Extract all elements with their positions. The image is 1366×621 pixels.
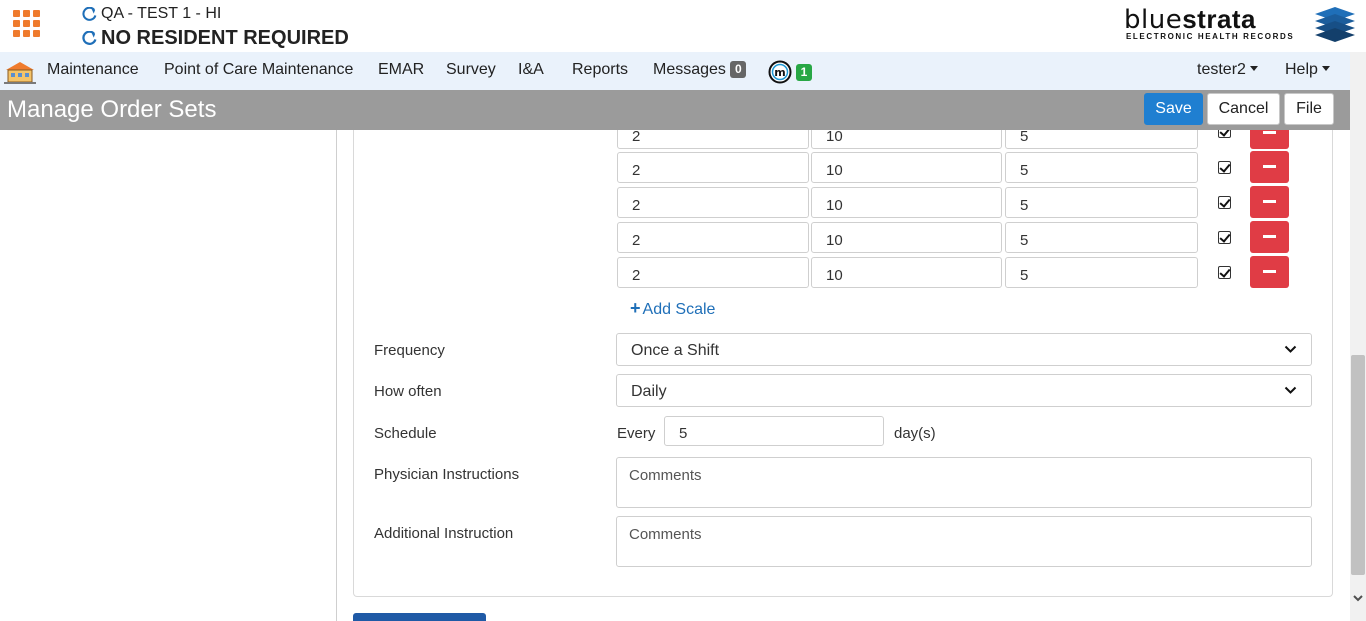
scale-checkbox[interactable] [1218, 130, 1231, 138]
nav-point-of-care-maintenance[interactable]: Point of Care Maintenance [164, 61, 353, 79]
save-button[interactable]: Save [1144, 93, 1203, 125]
scale-value-input[interactable]: 5 [1005, 222, 1198, 253]
messages-count-badge: 0 [730, 61, 747, 78]
remove-scale-button[interactable] [1250, 130, 1289, 149]
scale-min-input[interactable]: 2 [617, 222, 809, 253]
chevron-down-icon [1284, 386, 1297, 394]
m-icon: m [768, 60, 792, 84]
scale-max-input[interactable]: 10 [811, 222, 1002, 253]
schedule-interval-input[interactable]: 5 [664, 416, 884, 446]
nav-messages[interactable]: Messages 0 [653, 61, 747, 79]
remove-scale-button[interactable] [1250, 151, 1289, 183]
caret-down-icon [1249, 66, 1258, 71]
cancel-button[interactable]: Cancel [1207, 93, 1280, 125]
logo-tagline: ELECTRONIC HEALTH RECORDS [1126, 32, 1295, 41]
nav-emar[interactable]: EMAR [378, 61, 424, 79]
m-count-badge: 1 [796, 63, 812, 81]
nav-survey[interactable]: Survey [446, 61, 496, 79]
schedule-unit-label: day(s) [894, 425, 936, 442]
plus-icon: + [630, 298, 641, 318]
home-icon[interactable] [4, 60, 36, 84]
sidebar-divider [336, 130, 337, 621]
scale-value-input[interactable]: 5 [1005, 130, 1198, 149]
m-notification[interactable]: m 1 [768, 60, 812, 84]
logo-brand-light: blue [1124, 5, 1183, 35]
add-scale-label: Add Scale [642, 301, 716, 318]
logo-brand-bold: strata [1182, 4, 1257, 34]
add-scale-link[interactable]: + Add Scale [630, 298, 715, 319]
scale-max-input[interactable]: 10 [811, 187, 1002, 218]
nav-ia[interactable]: I&A [518, 61, 544, 79]
page-titlebar: Manage Order Sets Save Cancel File [0, 90, 1366, 130]
nav-maintenance[interactable]: Maintenance [47, 61, 139, 79]
frequency-value: Once a Shift [631, 342, 720, 359]
additional-instruction-textarea[interactable]: Comments [616, 516, 1312, 567]
main-content: 2 10 5 2 10 5 2 10 5 2 10 5 2 10 5 + Add … [0, 130, 1350, 621]
physician-instructions-label: Physician Instructions [374, 466, 520, 483]
help-menu[interactable]: Help [1285, 61, 1330, 79]
top-header: QA - TEST 1 - HI NO RESIDENT REQUIRED bl… [0, 0, 1366, 52]
frequency-label: Frequency [374, 342, 445, 359]
file-button[interactable]: File [1284, 93, 1334, 125]
additional-instruction-label: Additional Instruction [374, 525, 514, 542]
user-menu[interactable]: tester2 [1197, 61, 1258, 79]
scroll-down-arrow-icon[interactable] [1352, 592, 1364, 604]
schedule-every-label: Every [617, 425, 656, 442]
main-nav: Maintenance Point of Care Maintenance EM… [0, 52, 1366, 90]
scale-min-input[interactable]: 2 [617, 152, 809, 183]
how-often-value: Daily [631, 383, 667, 400]
user-name: tester2 [1197, 61, 1246, 78]
bluestrata-logo: bluestrata ELECTRONIC HEALTH RECORDS [1124, 4, 1355, 44]
scale-min-input[interactable]: 2 [617, 187, 809, 218]
scale-value-input[interactable]: 5 [1005, 152, 1198, 183]
physician-instructions-textarea[interactable]: Comments [616, 457, 1312, 508]
resident-context[interactable]: NO RESIDENT REQUIRED [82, 27, 349, 50]
scale-checkbox[interactable] [1218, 231, 1231, 244]
caret-down-icon [1321, 66, 1330, 71]
scale-max-input[interactable]: 10 [811, 257, 1002, 288]
remove-scale-button[interactable] [1250, 186, 1289, 218]
app-grid-icon[interactable] [13, 10, 41, 38]
schedule-label: Schedule [374, 425, 437, 442]
scale-checkbox[interactable] [1218, 196, 1231, 209]
scale-max-input[interactable]: 10 [811, 152, 1002, 183]
svg-text:m: m [774, 66, 785, 79]
chevron-down-icon [1284, 345, 1297, 353]
scale-max-input[interactable]: 10 [811, 130, 1002, 149]
scale-min-input[interactable]: 2 [617, 130, 809, 149]
scale-min-input[interactable]: 2 [617, 257, 809, 288]
scale-value-input[interactable]: 5 [1005, 187, 1198, 218]
nav-reports[interactable]: Reports [572, 61, 628, 79]
scale-checkbox[interactable] [1218, 161, 1231, 174]
scrollbar-thumb[interactable] [1351, 355, 1365, 575]
layers-icon [1315, 7, 1355, 42]
help-label: Help [1285, 61, 1318, 78]
refresh-icon [82, 31, 97, 45]
bottom-action-button[interactable] [353, 613, 486, 621]
remove-scale-button[interactable] [1250, 256, 1289, 288]
refresh-icon [82, 6, 97, 21]
frequency-select[interactable]: Once a Shift [616, 333, 1312, 366]
scale-value-input[interactable]: 5 [1005, 257, 1198, 288]
how-often-label: How often [374, 383, 442, 400]
page-title: Manage Order Sets [7, 96, 217, 123]
nav-messages-label: Messages [653, 61, 726, 78]
facility-name: QA - TEST 1 - HI [101, 5, 222, 22]
remove-scale-button[interactable] [1250, 221, 1289, 253]
resident-name: NO RESIDENT REQUIRED [101, 27, 349, 49]
facility-context[interactable]: QA - TEST 1 - HI [82, 5, 221, 23]
how-often-select[interactable]: Daily [616, 374, 1312, 407]
scale-checkbox[interactable] [1218, 266, 1231, 279]
